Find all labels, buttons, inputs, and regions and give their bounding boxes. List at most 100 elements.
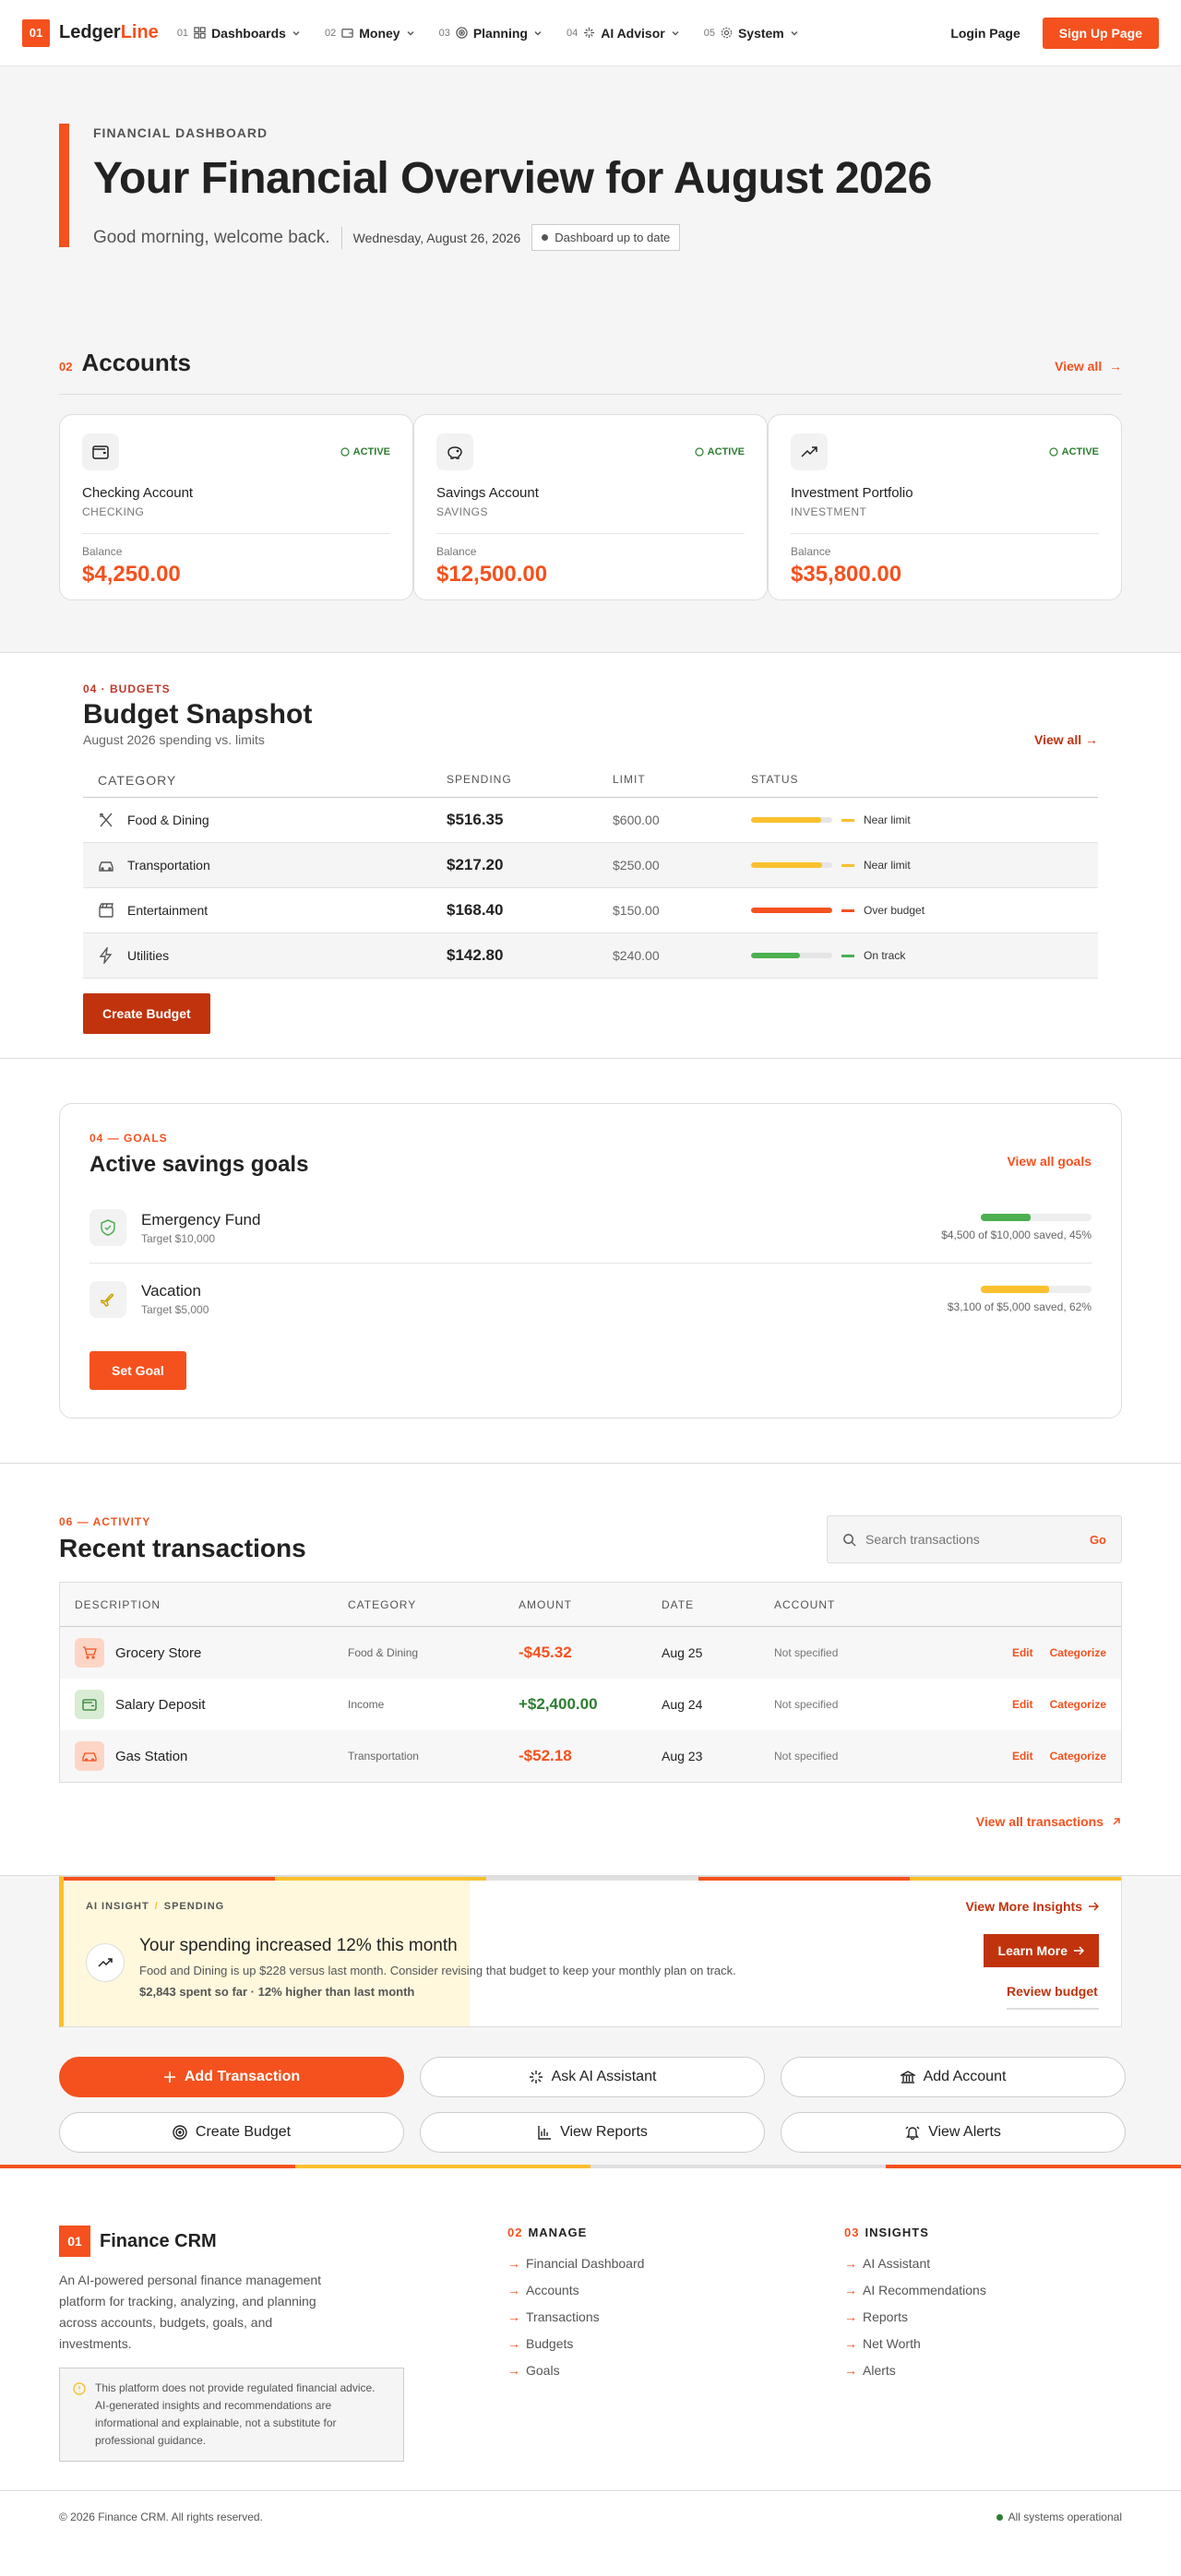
accounts-title: Accounts bbox=[81, 349, 191, 376]
edit-link[interactable]: Edit bbox=[1012, 1750, 1033, 1763]
spending-value: $217.20 bbox=[447, 856, 504, 873]
footer-logo-badge: 01 bbox=[59, 2226, 90, 2257]
footer-bottom-bar: © 2026 Finance CRM. All rights reserved.… bbox=[0, 2491, 1181, 2543]
nav-item-dashboards[interactable]: 01 Dashboards bbox=[177, 26, 301, 41]
accounts-view-all-link[interactable]: View all → bbox=[1055, 359, 1122, 374]
nav-menu: 01 Dashboards 02 Money 03 Planning 04 AI… bbox=[177, 26, 799, 41]
footer-link[interactable]: → Transactions bbox=[507, 2309, 766, 2324]
insight-footnote: $2,843 spent so far · 12% higher than la… bbox=[139, 1985, 415, 1999]
table-row[interactable]: Gas Station Transportation -$52.18 Aug 2… bbox=[60, 1730, 1121, 1782]
footer-link[interactable]: → Accounts bbox=[507, 2283, 766, 2297]
view-reports-button[interactable]: View Reports bbox=[420, 2112, 765, 2153]
nav-num: 05 bbox=[703, 27, 715, 39]
transaction-search: Go bbox=[827, 1515, 1122, 1563]
nav-item-money[interactable]: 02 Money bbox=[325, 26, 415, 41]
account-name: Checking Account bbox=[82, 485, 194, 501]
footer-brand: 01 Finance CRM An AI-powered personal fi… bbox=[59, 2226, 419, 2490]
nav-num: 01 bbox=[176, 27, 189, 39]
limit-value: $600.00 bbox=[613, 813, 660, 827]
account-card-checking[interactable]: ACTIVE Checking Account CHECKING Balance… bbox=[59, 414, 413, 600]
learn-more-button[interactable]: Learn More bbox=[983, 1934, 1099, 1967]
footer-link[interactable]: → AI Assistant bbox=[844, 2256, 1103, 2271]
chevron-down-icon bbox=[407, 30, 414, 35]
decorative-stripe bbox=[0, 2165, 1181, 2168]
footer-link[interactable]: → AI Recommendations bbox=[844, 2283, 1103, 2297]
accounts-header: 02 Accounts View all → bbox=[59, 349, 1122, 395]
goal-name: Vacation bbox=[141, 1282, 201, 1300]
review-budget-link[interactable]: Review budget bbox=[1007, 1984, 1099, 2010]
target-icon bbox=[456, 27, 468, 39]
spending-value: $142.80 bbox=[447, 946, 504, 964]
table-row[interactable]: Food & Dining $516.35 $600.00 Near limit bbox=[83, 798, 1098, 843]
account-card-investment[interactable]: ACTIVE Investment Portfolio INVESTMENT B… bbox=[768, 414, 1122, 600]
account-type: CHECKING bbox=[82, 505, 145, 518]
table-row[interactable]: Salary Deposit Income +$2,400.00 Aug 24 … bbox=[60, 1679, 1121, 1730]
view-all-transactions-link[interactable]: View all transactions bbox=[59, 1814, 1122, 1829]
nav-item-ai-advisor[interactable]: 04 AI Advisor bbox=[567, 26, 680, 41]
edit-link[interactable]: Edit bbox=[1012, 1698, 1033, 1711]
logo[interactable]: 01 LedgerLine bbox=[22, 18, 159, 47]
create-budget-quick-button[interactable]: Create Budget bbox=[59, 2112, 404, 2153]
table-row[interactable]: Grocery Store Food & Dining -$45.32 Aug … bbox=[60, 1627, 1121, 1679]
footer-column-title: 03 INSIGHTS bbox=[844, 2226, 929, 2239]
create-budget-button[interactable]: Create Budget bbox=[83, 993, 210, 1034]
account-balance: $12,500.00 bbox=[436, 562, 548, 587]
nav-item-system[interactable]: 05 System bbox=[704, 26, 799, 41]
account-name: Investment Portfolio bbox=[791, 485, 913, 501]
table-row[interactable]: Utilities $142.80 $240.00 On track bbox=[83, 933, 1098, 979]
account-card-savings[interactable]: ACTIVE Savings Account SAVINGS Balance $… bbox=[413, 414, 768, 600]
add-transaction-button[interactable]: Add Transaction bbox=[59, 2057, 404, 2097]
add-account-button[interactable]: Add Account bbox=[781, 2057, 1126, 2097]
categorize-link[interactable]: Categorize bbox=[1050, 1750, 1106, 1763]
nav-item-planning[interactable]: 03 Planning bbox=[439, 26, 543, 41]
trending-up-icon bbox=[86, 1943, 125, 1982]
chevron-down-icon bbox=[292, 30, 300, 35]
login-link[interactable]: Login Page bbox=[950, 26, 1020, 41]
transaction-date: Aug 23 bbox=[662, 1749, 703, 1763]
plane-icon bbox=[89, 1280, 126, 1318]
signup-button[interactable]: Sign Up Page bbox=[1042, 17, 1159, 49]
copyright: © 2026 Finance CRM. All rights reserved. bbox=[59, 2511, 263, 2523]
goals-eyebrow: 04 — GOALS bbox=[89, 1132, 168, 1145]
nav-label: AI Advisor bbox=[601, 25, 665, 41]
insight-eyebrow: AI INSIGHT / SPENDING bbox=[86, 1901, 225, 1912]
footer-link[interactable]: → Financial Dashboard bbox=[507, 2256, 766, 2271]
account-cards: ACTIVE Checking Account CHECKING Balance… bbox=[59, 414, 1122, 600]
budgets-view-all-link[interactable]: View all → bbox=[1034, 732, 1098, 747]
view-alerts-button[interactable]: View Alerts bbox=[781, 2112, 1126, 2153]
goal-item[interactable]: Emergency Fund Target $10,000 $4,500 of … bbox=[89, 1193, 1092, 1264]
spending-value: $168.40 bbox=[447, 901, 504, 919]
budgets-header: 04 · BUDGETS Budget Snapshot August 2026… bbox=[83, 683, 1098, 747]
budgets-section: 04 · BUDGETS Budget Snapshot August 2026… bbox=[0, 652, 1181, 1058]
goal-progress-note: $3,100 of $5,000 saved, 62% bbox=[947, 1300, 1092, 1313]
goal-name: Emergency Fund bbox=[141, 1210, 261, 1229]
status-chip-label: Dashboard up to date bbox=[555, 231, 671, 244]
goal-item[interactable]: Vacation Target $5,000 $3,100 of $5,000 … bbox=[89, 1264, 1092, 1335]
nav-num: 02 bbox=[324, 27, 337, 39]
categorize-link[interactable]: Categorize bbox=[1050, 1698, 1106, 1711]
limit-value: $250.00 bbox=[613, 858, 660, 873]
footer-link[interactable]: → Reports bbox=[844, 2309, 1103, 2324]
ai-insight-card: AI INSIGHT / SPENDING Your spending increa… bbox=[59, 1876, 1122, 2027]
footer-link[interactable]: → Goals bbox=[507, 2363, 766, 2378]
goals-view-all-link[interactable]: View all goals bbox=[1007, 1154, 1092, 1169]
footer: 01 Finance CRM An AI-powered personal fi… bbox=[0, 2168, 1181, 2491]
budgets-subtitle: August 2026 spending vs. limits bbox=[83, 732, 265, 747]
car-icon bbox=[75, 1741, 104, 1771]
account-type: INVESTMENT bbox=[791, 505, 867, 518]
footer-link[interactable]: → Net Worth bbox=[844, 2336, 1103, 2351]
ask-ai-assistant-button[interactable]: Ask AI Assistant bbox=[420, 2057, 765, 2097]
edit-link[interactable]: Edit bbox=[1012, 1646, 1033, 1659]
goals-section: 04 — GOALS Active savings goals View all… bbox=[0, 1058, 1181, 1463]
table-row[interactable]: Entertainment $168.40 $150.00 Over budge… bbox=[83, 888, 1098, 933]
footer-link[interactable]: → Budgets bbox=[507, 2336, 766, 2351]
search-input[interactable] bbox=[865, 1532, 1080, 1547]
table-row[interactable]: Transportation $217.20 $250.00 Near limi… bbox=[83, 843, 1098, 888]
view-more-insights-link[interactable]: View More Insights bbox=[965, 1899, 1099, 1914]
categorize-link[interactable]: Categorize bbox=[1050, 1646, 1106, 1659]
footer-link[interactable]: → Alerts bbox=[844, 2363, 1103, 2378]
quick-actions: Add Transaction Ask AI Assistant Add Acc… bbox=[59, 2057, 1126, 2153]
arrow-right-icon bbox=[1074, 1946, 1084, 1955]
search-go-button[interactable]: Go bbox=[1090, 1533, 1106, 1547]
set-goal-button[interactable]: Set Goal bbox=[89, 1351, 186, 1390]
